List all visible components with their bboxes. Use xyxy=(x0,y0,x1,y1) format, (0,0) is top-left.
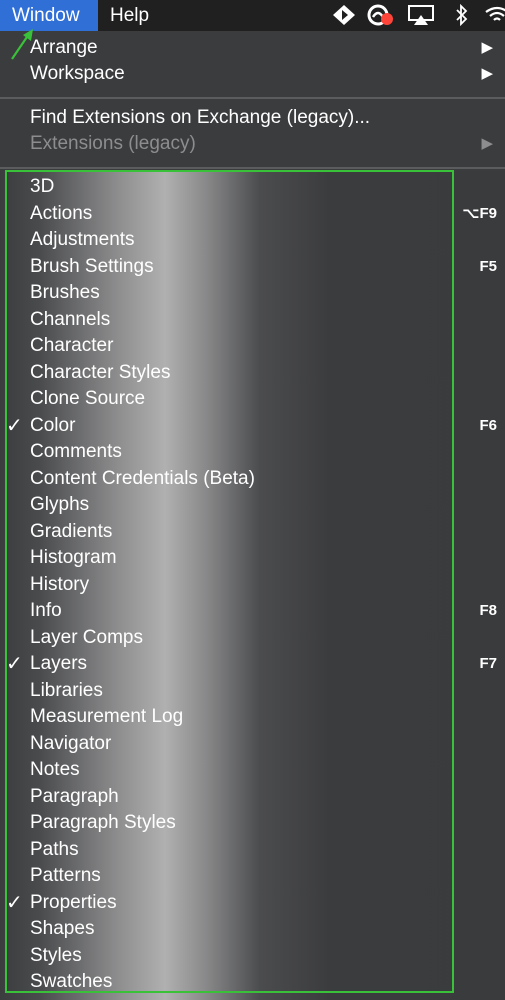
menu-item-history[interactable]: History xyxy=(0,572,505,598)
menu-item-label: Arrange xyxy=(30,37,98,58)
menu-item-label: History xyxy=(30,573,90,595)
diamond-app-icon[interactable] xyxy=(331,4,357,26)
menu-item-notes[interactable]: Notes xyxy=(0,757,505,783)
window-menu: Arrange ▶ Workspace ▶ Find Extensions on… xyxy=(0,31,505,1000)
submenu-arrow-icon: ▶ xyxy=(481,135,493,152)
menu-item-label: Paragraph xyxy=(30,785,119,807)
menu-item-shapes[interactable]: Shapes xyxy=(0,916,505,942)
checkmark-icon: ✓ xyxy=(6,414,23,437)
menu-item-label: Color xyxy=(30,414,76,436)
keyboard-shortcut: F6 xyxy=(479,416,497,434)
bluetooth-icon[interactable] xyxy=(454,3,470,27)
menu-item-patterns[interactable]: Patterns xyxy=(0,863,505,889)
menu-item-label: Layer Comps xyxy=(30,626,143,648)
menu-item-label: Brushes xyxy=(30,282,100,303)
menu-item-brushes[interactable]: Brushes xyxy=(0,280,505,306)
menu-item-label: Info xyxy=(30,600,62,621)
menu-item-label: Styles xyxy=(30,944,82,966)
cloud-sync-icon[interactable] xyxy=(366,4,393,26)
menu-item-label: Actions xyxy=(30,202,93,224)
menu-item-label: Properties xyxy=(30,891,117,913)
menu-item-glyphs[interactable]: Glyphs xyxy=(0,492,505,518)
menu-item-properties[interactable]: ✓ Properties xyxy=(0,890,505,916)
menu-item-libraries[interactable]: Libraries xyxy=(0,678,505,704)
menu-item-arrange[interactable]: Arrange ▶ xyxy=(0,35,505,61)
menu-item-extensions-legacy: Extensions (legacy) ▶ xyxy=(0,131,505,157)
menu-item-label: Character xyxy=(30,335,114,356)
menu-item-label: Libraries xyxy=(30,679,103,701)
menu-item-find-extensions[interactable]: Find Extensions on Exchange (legacy)... xyxy=(0,105,505,131)
menu-item-label: Content Credentials (Beta) xyxy=(30,467,255,489)
menu-separator xyxy=(0,167,505,169)
menu-item-paragraph-styles[interactable]: Paragraph Styles xyxy=(0,810,505,836)
menu-item-label: Brush Settings xyxy=(30,255,154,277)
menu-item-brush-settings[interactable]: Brush Settings F5 xyxy=(0,254,505,280)
menu-item-label: 3D xyxy=(30,176,55,197)
airplay-icon[interactable] xyxy=(408,4,434,26)
submenu-arrow-icon: ▶ xyxy=(481,65,493,82)
menu-bar: Window Help xyxy=(0,0,505,31)
green-arrow-annotation xyxy=(11,29,33,60)
menu-item-gradients[interactable]: Gradients xyxy=(0,519,505,545)
menu-item-color[interactable]: ✓ Color F6 xyxy=(0,413,505,439)
menu-item-label: Navigator xyxy=(30,732,112,754)
keyboard-shortcut: F7 xyxy=(479,655,497,672)
menu-item-label: Character Styles xyxy=(30,361,171,383)
menu-item-label: Comments xyxy=(30,441,122,462)
menu-item-label: Swatches xyxy=(30,971,113,992)
menu-separator xyxy=(0,97,505,99)
menu-item-histogram[interactable]: Histogram xyxy=(0,545,505,571)
menu-item-character[interactable]: Character xyxy=(0,333,505,359)
menu-item-label: Notes xyxy=(30,759,80,780)
menu-item-workspace[interactable]: Workspace ▶ xyxy=(0,61,505,87)
menu-item-label: Gradients xyxy=(30,520,113,542)
menu-item-label: Paths xyxy=(30,838,79,860)
submenu-arrow-icon: ▶ xyxy=(481,39,493,56)
checkmark-icon: ✓ xyxy=(6,891,23,914)
menu-item-character-styles[interactable]: Character Styles xyxy=(0,360,505,386)
menu-item-3d[interactable]: 3D xyxy=(0,174,505,200)
menu-item-layers[interactable]: ✓ Layers F7 xyxy=(0,651,505,677)
menu-item-label: Layers xyxy=(30,653,88,674)
menu-item-styles[interactable]: Styles xyxy=(0,943,505,969)
keyboard-shortcut: F5 xyxy=(479,257,497,275)
menu-item-label: Paragraph Styles xyxy=(30,812,176,833)
menu-item-label: Find Extensions on Exchange (legacy)... xyxy=(30,107,371,128)
checkmark-icon: ✓ xyxy=(6,653,23,675)
menu-item-swatches[interactable]: Swatches xyxy=(0,969,505,995)
menubar-help[interactable]: Help xyxy=(98,0,161,31)
keyboard-shortcut: ⌥F9 xyxy=(462,204,497,222)
keyboard-shortcut: F8 xyxy=(479,602,497,619)
menu-item-label: Patterns xyxy=(30,865,101,886)
menu-item-label: Clone Source xyxy=(30,388,146,409)
menu-item-label: Measurement Log xyxy=(30,706,184,727)
menu-item-clone-source[interactable]: Clone Source xyxy=(0,386,505,412)
menu-item-label: Extensions (legacy) xyxy=(30,133,196,154)
menu-item-info[interactable]: Info F8 xyxy=(0,598,505,624)
menu-item-paths[interactable]: Paths xyxy=(0,837,505,863)
menu-item-comments[interactable]: Comments xyxy=(0,439,505,465)
menu-item-label: Shapes xyxy=(30,918,95,939)
menu-item-channels[interactable]: Channels xyxy=(0,307,505,333)
menu-item-measurement-log[interactable]: Measurement Log xyxy=(0,704,505,730)
menu-item-paragraph[interactable]: Paragraph xyxy=(0,784,505,810)
menu-item-label: Workspace xyxy=(30,63,125,84)
menu-item-layer-comps[interactable]: Layer Comps xyxy=(0,625,505,651)
menu-item-label: Channels xyxy=(30,308,111,330)
menu-item-label: Glyphs xyxy=(30,494,90,515)
wifi-icon[interactable] xyxy=(484,4,505,26)
menu-item-content-credentials-beta[interactable]: Content Credentials (Beta) xyxy=(0,466,505,492)
menu-item-actions[interactable]: Actions ⌥F9 xyxy=(0,201,505,227)
menu-item-label: Adjustments xyxy=(30,229,135,250)
menu-item-adjustments[interactable]: Adjustments xyxy=(0,227,505,253)
menu-item-label: Histogram xyxy=(30,547,117,568)
menu-item-navigator[interactable]: Navigator xyxy=(0,731,505,757)
